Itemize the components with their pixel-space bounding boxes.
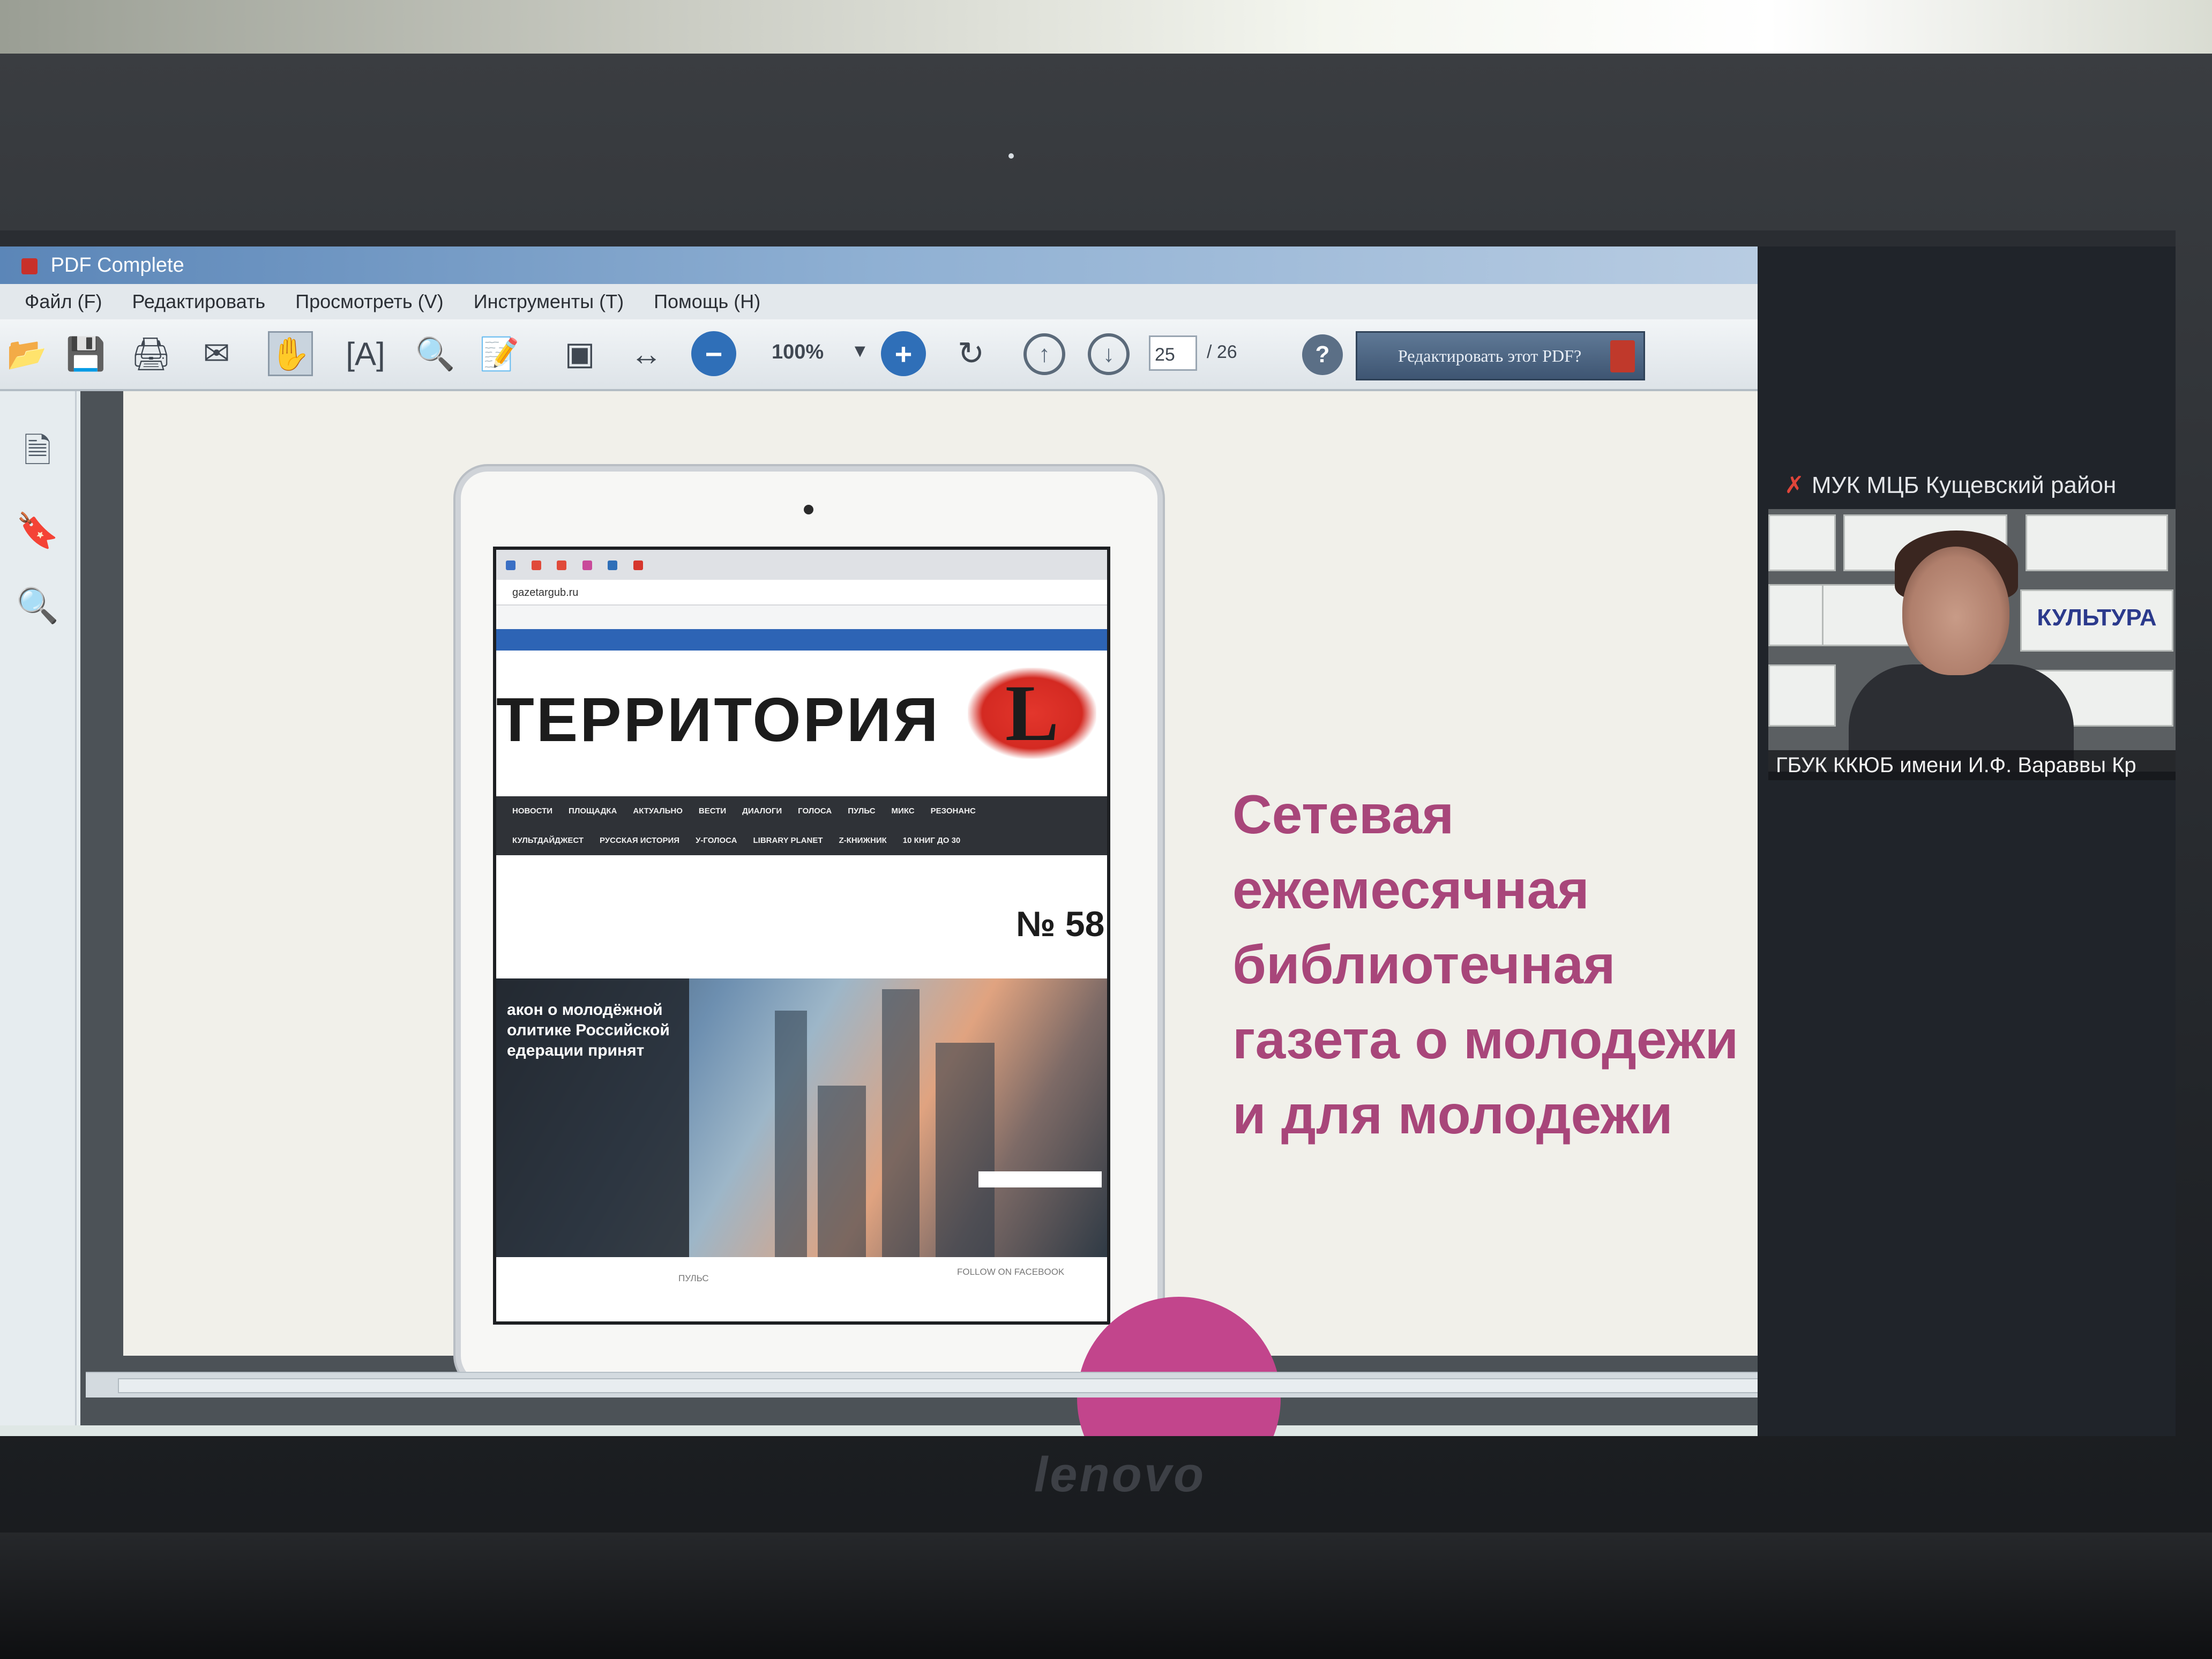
bookmark-icon[interactable]: 🔖 (16, 509, 59, 552)
page-total: / 26 (1207, 342, 1237, 362)
person-head (1902, 547, 2009, 675)
zoom-level[interactable]: 100% (772, 341, 841, 368)
tablet-camera (804, 505, 813, 514)
plus-circle-icon[interactable]: + (881, 331, 926, 376)
arrow-down-circle-icon[interactable]: ↓ (1088, 333, 1130, 375)
arrow-up-circle-icon[interactable]: ↑ (1023, 333, 1065, 375)
browser-address-bar: gazetargub.ru (496, 580, 1107, 606)
edit-document-icon[interactable]: 📝 (477, 331, 522, 376)
edit-pdf-label: Редактировать этот PDF? (1398, 346, 1582, 365)
screen-top-band (0, 230, 2176, 246)
footer-right-label: FOLLOW ON FACEBOOK (957, 1267, 1065, 1277)
mic-off-icon: ✗ (1784, 472, 1804, 498)
tablet-mockup: gazetargub.ru ТЕРРИТОРИЯ L НОВОСТИ ПЛОЩАД… (455, 466, 1163, 1388)
hero-caption (978, 1171, 1102, 1187)
site-nav-row-2: КУЛЬТДАЙДЖЕСТ РУССКАЯ ИСТОРИЯ У-ГОЛОСА LIBR… (512, 836, 961, 845)
issue-number: № 58 (1016, 904, 1105, 944)
menu-edit[interactable]: Редактировать (132, 284, 266, 319)
site-nav: НОВОСТИ ПЛОЩАДКА АКТУАЛЬНО ВЕСТИ ДИАЛОГИ ГОЛО… (496, 796, 1107, 855)
site-hero-image: акон о молодёжной олитике Российской еде… (496, 978, 1107, 1257)
menubar: Файл (F) Редактировать Просмотреть (V) И… (0, 284, 1758, 319)
pdf-app-icon (21, 258, 38, 274)
window-title: PDF Complete (50, 254, 184, 276)
laptop-base (0, 1533, 2212, 1659)
text-select-icon[interactable]: [A] (343, 331, 388, 376)
zoom-dropdown-caret-icon[interactable]: ▼ (851, 341, 869, 362)
shelf-newspaper: КУЛЬТУРА (2020, 589, 2173, 652)
tablet-screen: gazetargub.ru ТЕРРИТОРИЯ L НОВОСТИ ПЛОЩАД… (493, 547, 1110, 1325)
video-call-panel: ✗ МУК МЦБ Кущевский район КУЛЬТУРА ГБУК К… (1758, 246, 2176, 1436)
browser-tab-strip (496, 550, 1107, 580)
search-icon[interactable]: 🔍 (16, 584, 59, 627)
edit-pdf-button[interactable]: Редактировать этот PDF? (1356, 331, 1645, 380)
fit-page-icon[interactable]: ▣ (557, 331, 602, 376)
rotate-icon[interactable]: ↻ (948, 331, 993, 376)
side-panel: 🗎 🔖 🔍 (0, 391, 77, 1425)
screen: PDF Complete Файл (F) Редактировать Прос… (0, 230, 2176, 1436)
pages-icon[interactable]: 🗎 (16, 431, 59, 477)
browser-bookmarks-bar (496, 606, 1107, 629)
pdf-badge-icon (1610, 340, 1635, 372)
monitor-brand-logo: lenovo (1034, 1447, 1206, 1502)
envelope-icon[interactable]: ✉ (194, 331, 239, 376)
help-icon[interactable]: ? (1302, 334, 1343, 375)
menu-view[interactable]: Просмотреть (V) (295, 284, 443, 319)
participant-video[interactable]: КУЛЬТУРА (1768, 509, 2176, 772)
page-number-input[interactable]: 25 (1149, 335, 1197, 371)
hand-tool-icon[interactable]: ✋ (268, 331, 313, 376)
webcam-dot (1008, 153, 1014, 159)
magnifier-icon[interactable]: 🔍 (413, 331, 458, 376)
printer-icon[interactable]: 🖨 (129, 331, 174, 376)
menu-tools[interactable]: Инструменты (T) (474, 284, 624, 319)
site-logo-letter: L (968, 668, 1096, 759)
menu-help[interactable]: Помощь (H) (654, 284, 760, 319)
hero-text-panel: акон о молодёжной олитике Российской еде… (496, 978, 689, 1257)
floppy-disk-icon[interactable]: 💾 (63, 331, 108, 376)
fit-width-icon[interactable]: ↔ (624, 331, 669, 376)
participant-name-bottom: ГБУК ККЮБ имени И.Ф. Вараввы Кр (1768, 750, 2176, 780)
site-logo: ТЕРРИТОРИЯ L (496, 668, 1107, 759)
participant-name-top: ✗ МУК МЦБ Кущевский район (1784, 472, 2117, 498)
window-titlebar[interactable]: PDF Complete (0, 246, 1758, 284)
site-top-bar (496, 629, 1107, 651)
toolbar: 📂 💾 🖨 ✉ ✋ [A] 🔍 📝 ▣ ↔ − 100% ▼ + ↻ ↑ ↓ 2… (0, 319, 1758, 391)
footer-left-label: ПУЛЬС (678, 1273, 709, 1283)
menu-file[interactable]: Файл (F) (25, 284, 102, 319)
folder-open-icon[interactable]: 📂 (4, 331, 49, 376)
hero-headline: акон о молодёжной олитике Российской еде… (507, 1001, 670, 1059)
site-footer-row: ПУЛЬС FOLLOW ON FACEBOOK (496, 1262, 1107, 1295)
site-title: ТЕРРИТОРИЯ (496, 685, 940, 754)
site-nav-row-1: НОВОСТИ ПЛОЩАДКА АКТУАЛЬНО ВЕСТИ ДИАЛОГИ ГОЛО… (512, 806, 976, 816)
minus-circle-icon[interactable]: − (691, 331, 736, 376)
